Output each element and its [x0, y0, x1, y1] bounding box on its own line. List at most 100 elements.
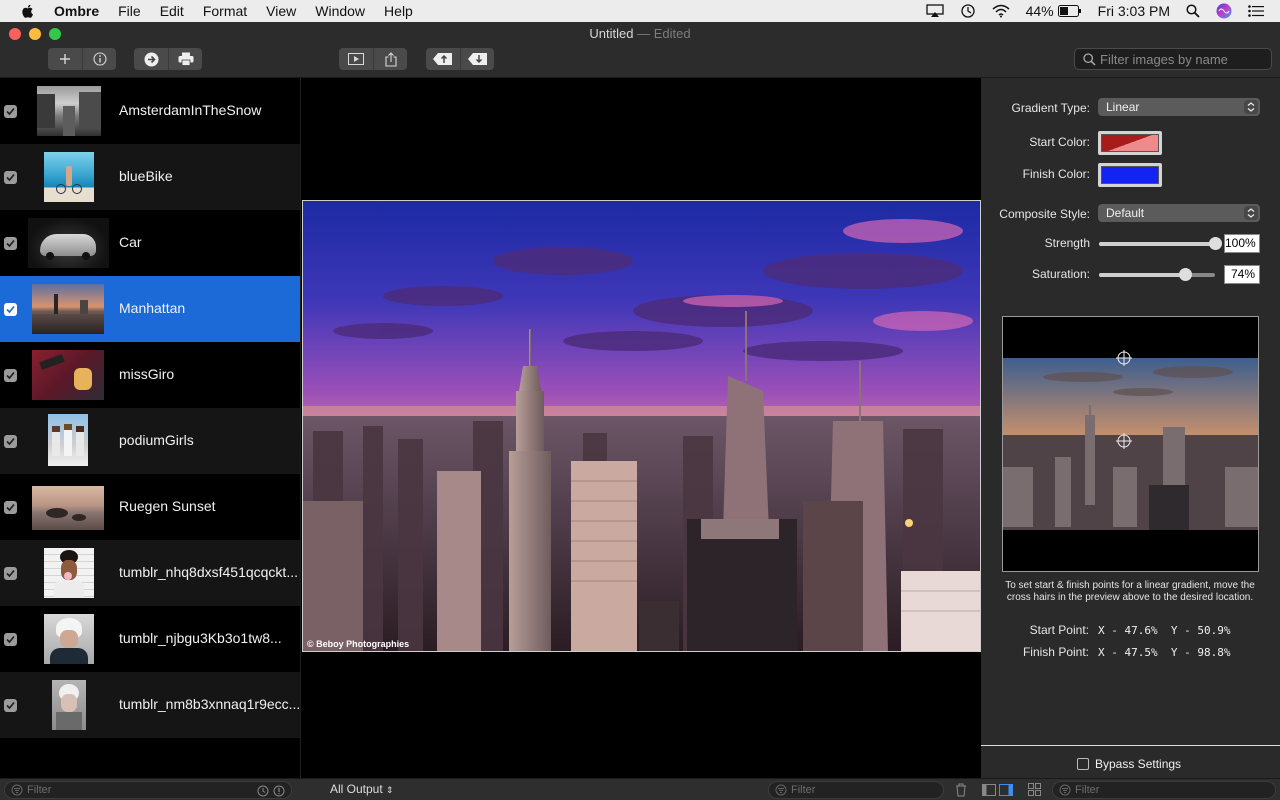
- menu-bar: Ombre File Edit Format View Window Help …: [0, 0, 1280, 22]
- list-item-tumblr-1[interactable]: tumblr_nhq8dxsf451qcqckt...: [0, 540, 300, 606]
- menu-view[interactable]: View: [266, 3, 296, 19]
- checkbox[interactable]: [4, 501, 17, 514]
- list-item-podiumgirls[interactable]: podiumGirls: [0, 408, 300, 474]
- thumbnail: [37, 86, 101, 136]
- search-input[interactable]: [1100, 51, 1260, 67]
- checkbox[interactable]: [4, 369, 17, 382]
- bypass-label[interactable]: Bypass Settings: [1095, 757, 1181, 771]
- menubar-clock[interactable]: Fri 3:03 PM: [1098, 3, 1170, 19]
- export-button[interactable]: [134, 48, 168, 70]
- output-filter-input[interactable]: [791, 784, 891, 796]
- image-list: AmsterdamInTheSnow blueBike Car Manhatta…: [0, 78, 300, 778]
- finish-color-label: Finish Color:: [1022, 167, 1090, 181]
- list-item-label: podiumGirls: [119, 432, 194, 448]
- checkbox[interactable]: [4, 699, 17, 712]
- slider-knob[interactable]: [1178, 268, 1192, 281]
- battery-status[interactable]: 44%: [1026, 3, 1082, 19]
- list-item-missgiro[interactable]: missGiro: [0, 342, 300, 408]
- menu-app-name[interactable]: Ombre: [54, 3, 99, 19]
- inspector-filter-input[interactable]: [1075, 784, 1175, 796]
- slider-fill: [1099, 242, 1215, 246]
- airplay-icon[interactable]: [925, 4, 944, 18]
- list-item-manhattan[interactable]: Manhattan: [0, 276, 300, 342]
- list-item-ruegen-sunset[interactable]: Ruegen Sunset: [0, 474, 300, 540]
- menu-edit[interactable]: Edit: [160, 3, 184, 19]
- add-info-group: [48, 48, 116, 70]
- thumbnail: [32, 486, 104, 530]
- start-color-well[interactable]: [1098, 131, 1162, 155]
- layout-right-icon[interactable]: [999, 784, 1013, 796]
- bypass-settings: Bypass Settings: [981, 745, 1280, 778]
- gradient-type-value: Linear: [1106, 100, 1140, 114]
- finish-color-well[interactable]: [1098, 163, 1162, 187]
- list-item-tumblr-3[interactable]: tumblr_nm8b3xnnaq1r9ecc...: [0, 672, 300, 738]
- tag-up-icon: [433, 53, 452, 65]
- add-button[interactable]: [48, 48, 82, 70]
- list-item-bluebike[interactable]: blueBike: [0, 144, 300, 210]
- warning-icon[interactable]: [273, 785, 285, 797]
- siri-icon[interactable]: [1216, 3, 1232, 19]
- grid-view-icon[interactable]: [1028, 783, 1041, 796]
- updown-chevron-icon: ⇕: [386, 785, 394, 795]
- list-item-label: tumblr_nm8b3xnnaq1r9ecc...: [119, 696, 301, 712]
- document-name: Untitled: [589, 26, 634, 41]
- list-item-label: AmsterdamInTheSnow: [119, 102, 262, 118]
- strength-value-field[interactable]: 100%: [1224, 234, 1260, 253]
- slideshow-button[interactable]: [339, 48, 373, 70]
- list-item-label: missGiro: [119, 366, 175, 382]
- updown-chevron-icon: [1244, 206, 1258, 220]
- checkbox[interactable]: [4, 171, 17, 184]
- output-filter-field[interactable]: [768, 781, 944, 799]
- image-search-field[interactable]: [1074, 48, 1272, 70]
- saturation-value-field[interactable]: 74%: [1224, 265, 1260, 284]
- menu-file[interactable]: File: [118, 3, 141, 19]
- print-button[interactable]: [168, 48, 202, 70]
- strength-slider[interactable]: [1099, 237, 1222, 250]
- time-machine-icon[interactable]: [960, 3, 976, 19]
- composite-style-popup[interactable]: Default: [1098, 204, 1260, 222]
- thumbnail: [28, 218, 109, 268]
- checkbox[interactable]: [4, 237, 17, 250]
- menu-help[interactable]: Help: [384, 3, 413, 19]
- list-item-amsterdam[interactable]: AmsterdamInTheSnow: [0, 78, 300, 144]
- list-item-tumblr-2[interactable]: tumblr_njbgu3Kb3o1tw8...: [0, 606, 300, 672]
- layout-left-icon[interactable]: [982, 784, 996, 796]
- list-filter-field[interactable]: [4, 781, 292, 799]
- list-item-car[interactable]: Car: [0, 210, 300, 276]
- share-button[interactable]: [373, 48, 407, 70]
- list-filter-input[interactable]: [27, 784, 127, 796]
- gradient-preview[interactable]: [1002, 316, 1259, 572]
- checkmark-icon: [6, 503, 15, 512]
- export-print-group: [134, 48, 202, 70]
- recent-icon[interactable]: [257, 785, 269, 797]
- list-item-label: Car: [119, 234, 142, 250]
- finish-point-label: Finish Point:: [1022, 645, 1089, 659]
- wifi-icon[interactable]: [992, 4, 1010, 18]
- apple-icon[interactable]: [20, 3, 36, 19]
- window-toolbar: Untitled — Edited: [0, 22, 1280, 78]
- inspector-filter-field[interactable]: [1052, 781, 1276, 799]
- arrow-right-circle-icon: [144, 52, 158, 66]
- menu-format[interactable]: Format: [203, 3, 247, 19]
- tag-download-button[interactable]: [460, 48, 494, 70]
- checkbox[interactable]: [4, 435, 17, 448]
- checkbox[interactable]: [4, 633, 17, 646]
- info-button[interactable]: [82, 48, 116, 70]
- checkmark-icon: [6, 635, 15, 644]
- notification-center-icon[interactable]: [1248, 5, 1264, 17]
- trash-icon[interactable]: [955, 783, 967, 797]
- checkbox[interactable]: [4, 567, 17, 580]
- checkbox[interactable]: [4, 105, 17, 118]
- menu-window[interactable]: Window: [315, 3, 365, 19]
- saturation-slider[interactable]: [1099, 268, 1215, 281]
- tag-upload-button[interactable]: [426, 48, 460, 70]
- spotlight-icon[interactable]: [1186, 4, 1200, 18]
- gradient-type-popup[interactable]: Linear: [1098, 98, 1260, 116]
- slider-knob[interactable]: [1209, 237, 1222, 250]
- checkmark-icon: [6, 371, 15, 380]
- checkmark-icon: [6, 173, 15, 182]
- bypass-checkbox[interactable]: [1077, 758, 1089, 770]
- composite-style-value: Default: [1106, 206, 1145, 220]
- checkbox[interactable]: [4, 303, 17, 316]
- output-popup[interactable]: All Output ⇕: [330, 782, 394, 796]
